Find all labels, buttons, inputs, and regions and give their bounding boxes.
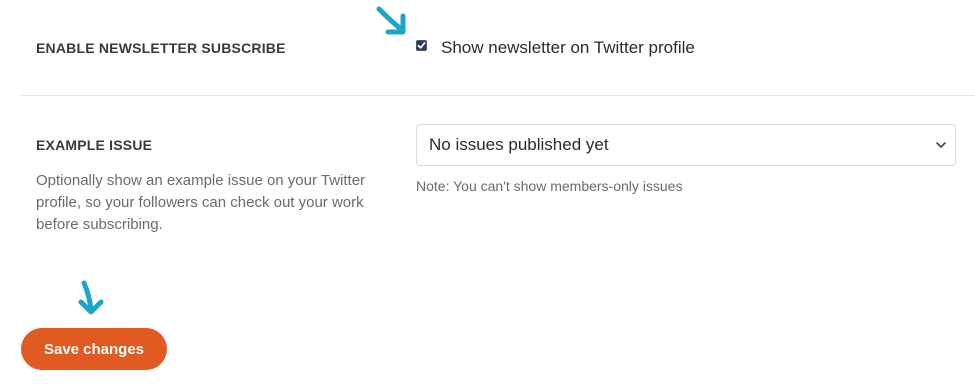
annotation-arrow-icon <box>374 4 410 38</box>
example-issue-select[interactable]: No issues published yet <box>416 124 956 166</box>
newsletter-section-label: ENABLE NEWSLETTER SUBSCRIBE <box>36 40 286 56</box>
newsletter-checkbox-label[interactable]: Show newsletter on Twitter profile <box>441 38 695 58</box>
example-issue-selected-value: No issues published yet <box>429 135 609 154</box>
save-changes-button[interactable]: Save changes <box>21 328 167 370</box>
section-divider <box>21 95 975 96</box>
checkmark-icon <box>417 42 426 49</box>
members-only-note: Note: You can't show members-only issues <box>416 178 683 194</box>
example-issue-help-text: Optionally show an example issue on your… <box>36 172 366 233</box>
chevron-down-icon <box>936 142 946 148</box>
newsletter-checkbox[interactable] <box>416 40 427 51</box>
example-issue-label: EXAMPLE ISSUE <box>36 137 153 153</box>
annotation-arrow-icon <box>76 278 106 318</box>
